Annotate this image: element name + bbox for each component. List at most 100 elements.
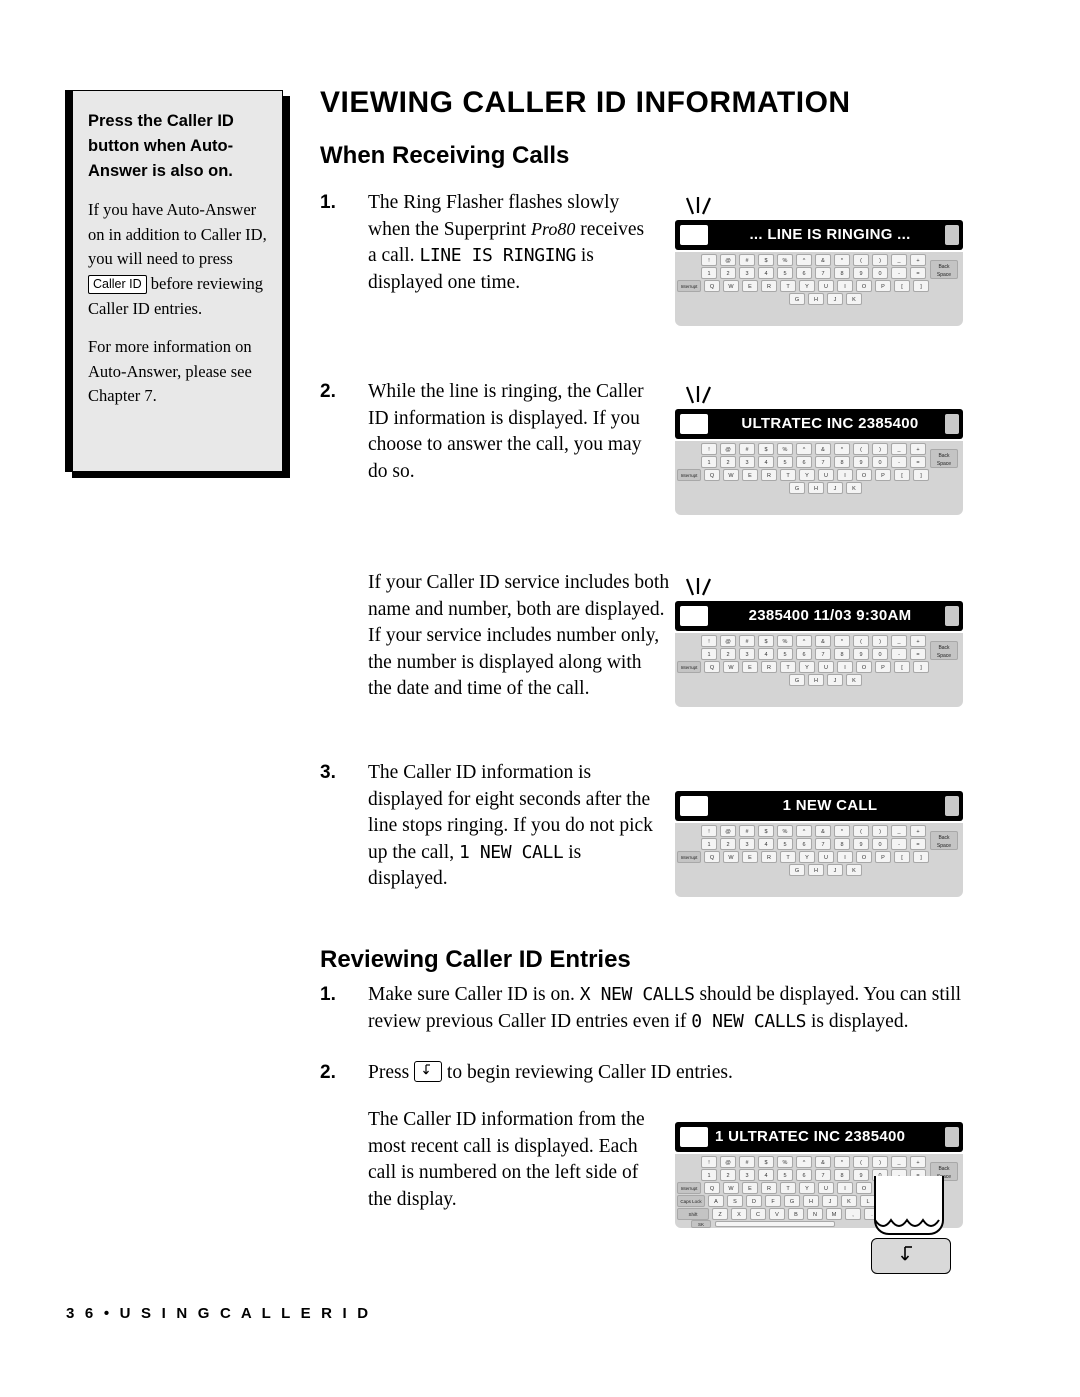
keyboard-key-capslock: Caps Lock [677,1195,705,1207]
keyboard-key: - [891,456,907,468]
keyboard-key: T [780,280,796,292]
keyboard-key: 2 [720,267,736,279]
keyboard-key: O [856,280,872,292]
keyboard-key: 3 [739,1169,755,1181]
keyboard-key-interrupt: Interrupt [677,280,701,292]
keyboard-key: P [875,469,891,481]
keyboard-key: Y [799,469,815,481]
keyboard-key: Y [799,851,815,863]
keyboard-key: + [910,635,926,647]
sidebar-paragraph-2: For more information on Auto-Answer, ple… [88,337,252,406]
review1-text-c: is displayed. [806,1010,909,1032]
keyboard-key: G [789,864,805,876]
keyboard-key: 4 [758,456,774,468]
keyboard-key: _ [891,635,907,647]
keyboard-key: R [761,280,777,292]
keyboard-key: 1 [701,267,717,279]
keyboard-key: 3 [739,267,755,279]
keyboard-key: + [910,443,926,455]
keyboard-key: T [780,1182,796,1194]
keyboard-key: ] [913,661,929,673]
keyboard-key: H [808,674,824,686]
lcd-indicator-block [680,1127,708,1147]
keyboard-key: _ [891,825,907,837]
keyboard-key: G [789,674,805,686]
keyboard-key: Y [799,280,815,292]
keyboard-key: % [777,635,793,647]
keyboard-key: ) [872,1156,888,1168]
keyboard-key: Z [712,1208,728,1220]
keyboard-key: & [815,254,831,266]
sidebar-lead: Press the Caller ID button when Auto-Ans… [88,112,234,181]
keyboard-key: G [789,293,805,305]
keyboard-key: ! [701,254,717,266]
keyboard-key: _ [891,254,907,266]
keyboard-key: ] [913,469,929,481]
keyboard-key: ( [853,635,869,647]
keyboard-key: 5 [777,456,793,468]
keyboard-key: F [765,1195,781,1207]
keyboard-key: W [723,851,739,863]
keyboard-key: W [723,661,739,673]
keyboard-key: R [761,1182,777,1194]
keyboard-key: R [761,469,777,481]
step-2-reviewing-note: The Caller ID information from the most … [320,1107,665,1213]
keyboard-key-backspace: Back Space [930,449,958,468]
keyboard-key: = [910,648,926,660]
keyboard-key: , [845,1208,861,1220]
keyboard-key: 7 [815,838,831,850]
down-arrow-key-icon [414,1061,443,1082]
keyboard-key: H [803,1195,819,1207]
keyboard-key: 9 [853,648,869,660]
keyboard-key: * [834,635,850,647]
keyboard-key: 8 [834,648,850,660]
keyboard-key: 0 [872,267,888,279]
keyboard-key: $ [758,1156,774,1168]
keyboard-key: A [708,1195,724,1207]
keyboard-key: W [723,1182,739,1194]
keyboard-key: 9 [853,1169,869,1181]
keyboard-key: * [834,254,850,266]
keyboard-key: ! [701,443,717,455]
keyboard-key: 5 [777,1169,793,1181]
keyboard-key: U [818,851,834,863]
keyboard-key: 6 [796,1169,812,1181]
step-number: 2. [320,1062,336,1083]
heading-when-receiving-calls: When Receiving Calls [320,142,570,169]
step-text: The Ring Flasher flashes slowly when the… [368,190,650,296]
keyboard-key: = [910,838,926,850]
review1-lcd-text-1: X NEW CALLS [579,984,695,1005]
step-text: Press to begin reviewing Caller ID entri… [368,1060,965,1087]
keyboard-key: I [837,280,853,292]
keyboard-key: [ [894,661,910,673]
step-1-reviewing: 1. Make sure Caller ID is on. X NEW CALL… [320,982,965,1035]
keyboard-key: J [822,1195,838,1207]
step-number: 3. [320,762,336,783]
keyboard-key: J [827,482,843,494]
keyboard-key: @ [720,254,736,266]
keyboard-key: $ [758,825,774,837]
step-text: The Caller ID information from the most … [368,1109,645,1210]
keyboard-key: 2 [720,456,736,468]
device-number-date-time: 2385400 11/03 9:30AM! @ # $% ^ & *() _ +1 2 3 4 5 6 7 8… [675,577,965,707]
keyboard-key: Y [799,661,815,673]
step-2-reviewing: 2. Press to begin reviewing Caller ID en… [320,1060,965,1087]
keyboard-key-interrupt: Interrupt [677,851,701,863]
keyboard-key: * [834,1156,850,1168]
sidebar-para1-part1: If you have Auto-Answer on in addition t… [88,200,267,269]
keyboard-key-shift: Shift [677,1208,709,1220]
keyboard-key: G [784,1195,800,1207]
device-lcd-display: 1 ULTRATEC INC 2385400 [675,1122,963,1152]
step-text: Make sure Caller ID is on. X NEW CALLS s… [368,982,965,1035]
device-lcd-display: 1 NEW CALL [675,791,963,821]
keyboard-key: ^ [796,635,812,647]
keyboard-key-spacebar [715,1221,835,1227]
keyboard-key: 1 [701,838,717,850]
lcd-display-text: ... LINE IS RINGING ... [749,226,911,243]
step-1-receiving: 1. The Ring Flasher flashes slowly when … [320,190,650,296]
keyboard-key: Q [704,661,720,673]
keyboard-key: K [846,482,862,494]
keyboard-key: * [834,443,850,455]
keyboard-key: R [761,661,777,673]
keyboard-key: - [891,838,907,850]
